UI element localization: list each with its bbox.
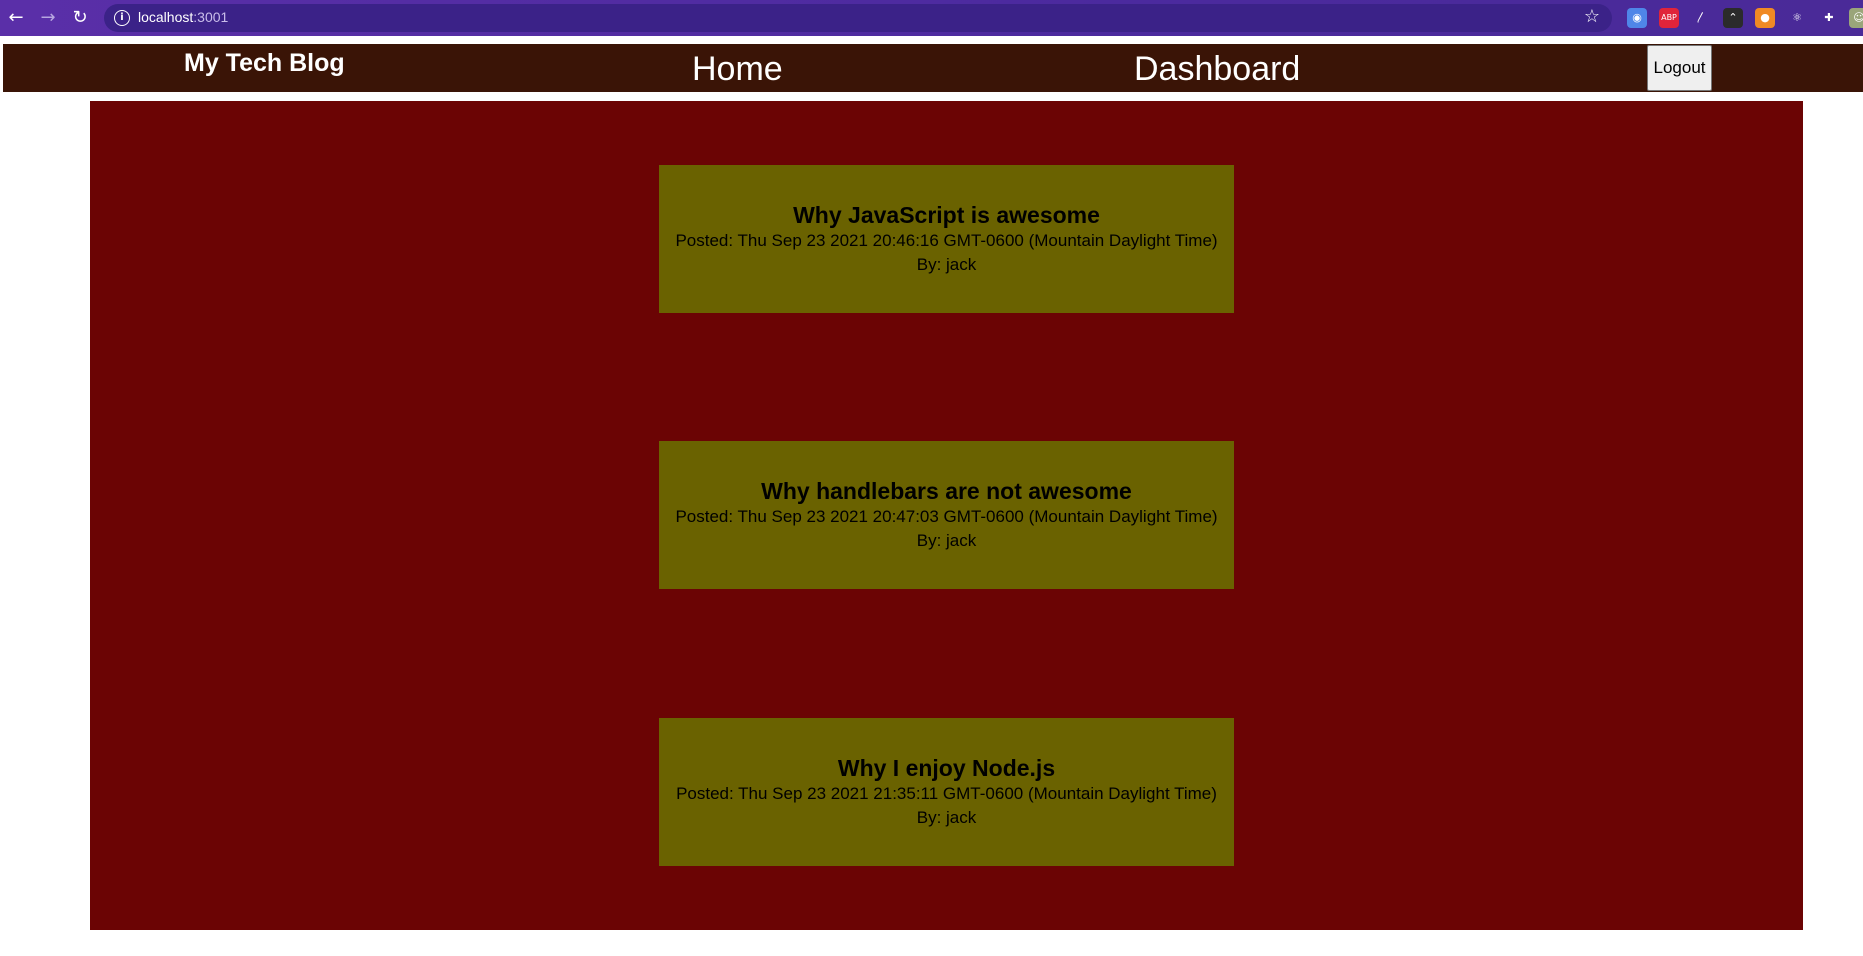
forward-arrow-icon[interactable]: → xyxy=(36,6,60,30)
url-text[interactable]: localhost:3001 xyxy=(138,9,228,25)
post-card[interactable]: Why handlebars are not awesome Posted: T… xyxy=(659,441,1234,589)
site-navbar: My Tech Blog Home Dashboard Logout xyxy=(3,44,1863,92)
camera-extension-icon[interactable]: ◉ xyxy=(1627,8,1647,28)
posts-container: Why JavaScript is awesome Posted: Thu Se… xyxy=(90,101,1803,930)
url-port: :3001 xyxy=(193,9,229,25)
zigzag-extension-icon[interactable]: 〳 xyxy=(1691,8,1711,28)
post-title[interactable]: Why JavaScript is awesome xyxy=(659,165,1234,229)
profile-avatar-icon[interactable]: ☺ xyxy=(1849,8,1863,28)
post-date: Posted: Thu Sep 23 2021 20:46:16 GMT-060… xyxy=(675,231,1218,250)
post-author: By: jack xyxy=(916,255,977,274)
url-host: localhost xyxy=(138,9,194,25)
honey-extension-icon[interactable]: ● xyxy=(1755,8,1775,28)
bookmark-star-icon[interactable]: ☆ xyxy=(1584,6,1600,27)
address-bar[interactable]: i localhost:3001 ☆ xyxy=(104,4,1612,32)
post-author: By: jack xyxy=(916,808,977,827)
post-card[interactable]: Why JavaScript is awesome Posted: Thu Se… xyxy=(659,165,1234,313)
post-title[interactable]: Why I enjoy Node.js xyxy=(659,718,1234,782)
adblock-extension-icon[interactable]: ABP xyxy=(1659,8,1679,28)
post-date: Posted: Thu Sep 23 2021 21:35:11 GMT-060… xyxy=(676,784,1217,803)
reload-icon[interactable]: ↻ xyxy=(68,6,92,30)
react-devtools-icon[interactable]: ⚛ xyxy=(1787,8,1807,28)
browser-toolbar: ← → ↻ i localhost:3001 ☆ ◉ ABP 〳 ⌃ ● ⚛ ✚ ☺ xyxy=(0,0,1863,36)
chevrons-extension-icon[interactable]: ⌃ xyxy=(1723,8,1743,28)
site-brand: My Tech Blog xyxy=(184,49,345,77)
post-author: By: jack xyxy=(916,531,977,550)
post-title[interactable]: Why handlebars are not awesome xyxy=(659,441,1234,505)
chrome-separator xyxy=(0,36,1863,44)
logout-button[interactable]: Logout xyxy=(1647,45,1712,91)
dashboard-link[interactable]: Dashboard xyxy=(1134,50,1300,89)
extensions-puzzle-icon[interactable]: ✚ xyxy=(1819,8,1839,28)
post-date: Posted: Thu Sep 23 2021 20:47:03 GMT-060… xyxy=(675,507,1218,526)
post-card[interactable]: Why I enjoy Node.js Posted: Thu Sep 23 2… xyxy=(659,718,1234,866)
back-arrow-icon[interactable]: ← xyxy=(4,6,28,30)
home-link[interactable]: Home xyxy=(692,50,783,89)
site-info-icon[interactable]: i xyxy=(114,10,130,26)
